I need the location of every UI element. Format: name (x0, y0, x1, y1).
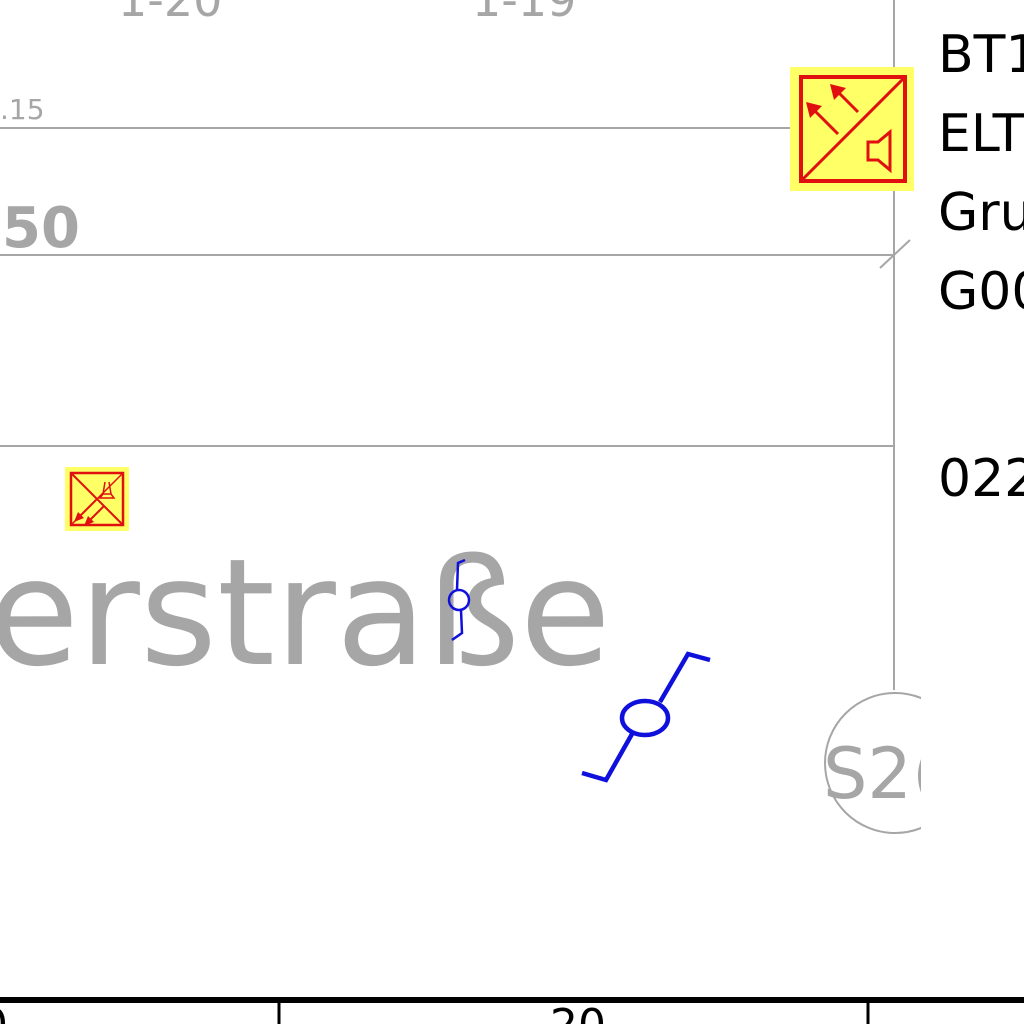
room-label-left: 1-20 (118, 0, 222, 27)
legend-line-5: 022 (938, 449, 1024, 509)
legend-line-4: G00 (938, 262, 1024, 322)
level-marker-small: .15 (0, 93, 45, 126)
floor-plan-drawing: 1-20 1-19 .15 50 erstraße S2(BT1 ELT Gr… (0, 0, 1024, 1024)
scale-label-left: 0 (0, 1000, 8, 1024)
legend-line-1: BT1 (938, 25, 1024, 85)
station-marker: S2( (823, 692, 939, 834)
scale-label-20: 20 (550, 1000, 606, 1024)
legend-line-3: Gru (938, 183, 1024, 243)
evacuation-loudspeaker-small-icon[interactable] (65, 467, 129, 531)
street-name-label: erstraße (0, 527, 611, 699)
level-marker-large: 50 (2, 196, 80, 261)
scale-bar: 0 20 (0, 997, 1024, 1024)
station-label: S2( (823, 733, 939, 815)
legend-line-2: ELT (938, 104, 1024, 164)
evacuation-loudspeaker-icon[interactable] (790, 67, 914, 191)
room-label-right: 1-19 (472, 0, 576, 27)
